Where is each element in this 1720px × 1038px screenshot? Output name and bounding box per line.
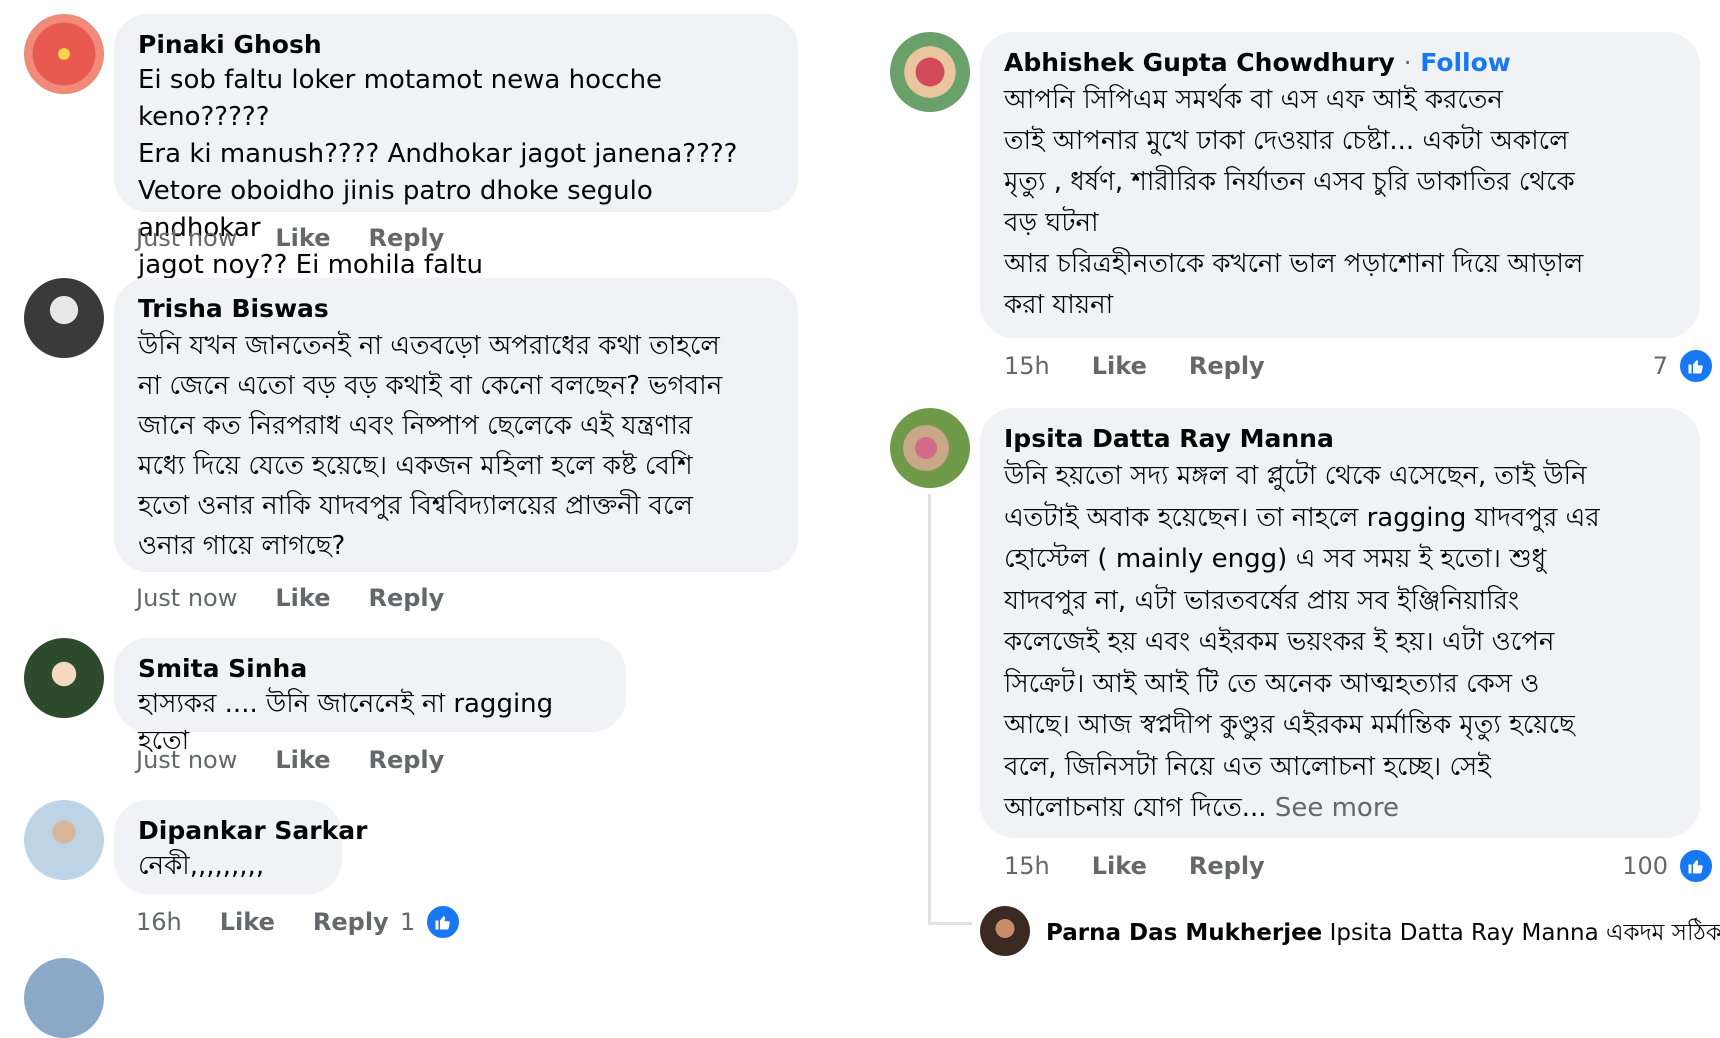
- comment-time[interactable]: 16h: [136, 908, 182, 936]
- reply-button[interactable]: Reply: [1189, 352, 1265, 380]
- comment-actions: 15h Like Reply: [1004, 852, 1265, 880]
- reply-preview[interactable]: Parna Das Mukherjee Ipsita Datta Ray Man…: [1046, 914, 1720, 953]
- comment-bubble-3: Smita Sinha হাস্যকর .... উনি জানেনেই না …: [114, 638, 626, 756]
- comment-text-line: বলে, জিনিসটা নিয়ে এত আলোচনা হচ্ছে। সেই: [1004, 751, 1491, 782]
- comment-text-line: কলেজেই হয় এবং এইরকম ভয়ংকর ই হয়। এটা ও…: [1004, 627, 1555, 657]
- reply-preview-author: Parna Das Mukherjee: [1046, 920, 1323, 946]
- avatar-dipankar-sarkar[interactable]: [24, 800, 104, 880]
- comment-author[interactable]: Ipsita Datta Ray Manna: [1004, 422, 1676, 456]
- avatar-ipsita-datta-ray-manna[interactable]: [890, 408, 970, 488]
- like-button[interactable]: Like: [1092, 352, 1147, 380]
- comment-author[interactable]: Trisha Biswas: [138, 292, 774, 326]
- comment-text-line: আছে। আজ স্বপ্নদীপ কুণ্ডুর এইরকম মর্মান্ত…: [1004, 710, 1575, 740]
- like-button[interactable]: Like: [275, 746, 330, 774]
- like-reaction-icon: [425, 904, 462, 940]
- comment-bubble-1: Pinaki Ghosh Ei sob faltu loker motamot …: [114, 14, 798, 280]
- follow-button[interactable]: Follow: [1420, 48, 1511, 77]
- reaction-count[interactable]: 100: [1622, 848, 1714, 884]
- comment-author[interactable]: Pinaki Ghosh: [138, 28, 774, 62]
- comment-actions: Just now Like Reply: [136, 224, 444, 252]
- comment-text-line: নেকী,,,,,,,,,: [138, 851, 265, 881]
- comment-text-line: আর চরিত্রহীনতাকে কখনো ভাল পড়াশোনা দিয়ে…: [1004, 249, 1584, 279]
- reaction-count-number: 7: [1652, 352, 1668, 380]
- see-more-link[interactable]: See more: [1275, 793, 1399, 823]
- comment-bubble-2: Trisha Biswas উনি যখন জানতেনই না এতবড়ো …: [114, 278, 798, 572]
- comment-author[interactable]: Abhishek Gupta Chowdhury: [1004, 48, 1395, 77]
- comment-text-line: সিক্রেট। আই আই টি তে অনেক আত্মহত্যার কেস…: [1004, 668, 1540, 699]
- comment-time[interactable]: Just now: [136, 746, 237, 774]
- comment-text-line: মধ্যে দিয়ে যেতে হয়েছে। একজন মহিলা হলে …: [138, 451, 693, 481]
- comment-text-line: ওনার গায়ে লাগছে?: [138, 531, 346, 561]
- comment-text-line: উনি যখন জানতেনই না এতবড়ো অপরাধের কথা তা…: [138, 331, 720, 361]
- comment-text-line: উনি হয়তো সদ্য মঙ্গল বা প্লুটো থেকে এসেছ…: [1004, 461, 1587, 491]
- avatar-smita-sinha[interactable]: [24, 638, 104, 718]
- like-button[interactable]: Like: [275, 584, 330, 612]
- like-reaction-icon: [1678, 848, 1714, 884]
- comment-bubble-4: Dipankar Sarkar নেকী,,,,,,,,,: [114, 800, 367, 894]
- comment-time[interactable]: 15h: [1004, 352, 1050, 380]
- comment-actions: Just now Like Reply: [136, 584, 444, 612]
- comment-text-line: হতো ওনার নাকি যাদবপুর বিশ্ববিদ্যালয়ের প…: [138, 491, 693, 521]
- reaction-count-number: 1: [400, 908, 416, 936]
- reply-button[interactable]: Reply: [313, 908, 389, 936]
- comment-time[interactable]: Just now: [136, 584, 237, 612]
- like-reaction-icon: [1678, 348, 1714, 384]
- comment-text-line: আপনি সিপিএম সমর্থক বা এস এফ আই করতেন: [1004, 85, 1503, 115]
- comment-text-line: জানে কত নিরপরাধ এবং নিষ্পাপ ছেলেকে এই যন…: [138, 411, 693, 441]
- comment-text-line: তাই আপনার মুখে ঢাকা দেওয়ার চেষ্টা... এক…: [1004, 126, 1569, 156]
- comment-text-line: করা যায়না: [1004, 290, 1114, 320]
- like-button[interactable]: Like: [275, 224, 330, 252]
- comment-bubble-6: Ipsita Datta Ray Manna উনি হয়তো সদ্য মঙ…: [980, 408, 1700, 838]
- avatar-pinaki-ghosh[interactable]: [24, 14, 104, 94]
- comment-actions: 15h Like Reply: [1004, 352, 1265, 380]
- reply-thread-branch: [928, 922, 972, 925]
- comment-text-line: আলোচনায় যোগ দিতে...: [1004, 793, 1267, 823]
- reply-button[interactable]: Reply: [368, 746, 444, 774]
- comment-author[interactable]: Dipankar Sarkar: [138, 814, 367, 848]
- comment-actions: 16h Like Reply: [136, 908, 389, 936]
- comment-text-line: এতটাই অবাক হয়েছেন। তা নাহলে ragging যাদ…: [1004, 502, 1600, 533]
- comment-time[interactable]: 15h: [1004, 852, 1050, 880]
- comment-author[interactable]: Smita Sinha: [138, 652, 602, 686]
- reaction-count-number: 100: [1622, 852, 1668, 880]
- reply-thread-line: [928, 494, 931, 924]
- comment-last-line: আলোচনায় যোগ দিতে... See more: [1004, 788, 1676, 830]
- comment-actions: Just now Like Reply: [136, 746, 444, 774]
- reaction-count[interactable]: 7: [1653, 348, 1714, 384]
- reply-preview-text: Ipsita Datta Ray Manna একদম সঠিক ...: [1329, 920, 1720, 946]
- avatar-next-comment[interactable]: [24, 958, 104, 1038]
- like-button[interactable]: Like: [1092, 852, 1147, 880]
- comment-text-line: হোস্টেল ( mainly engg) এ সব সময় ই হতো। …: [1004, 544, 1547, 574]
- comment-text-line: না জেনে এতো বড় বড় কথাই বা কেনো বলছেন? …: [138, 371, 723, 401]
- comment-text-line: যাদবপুর না, এটা ভারতবর্ষের প্রায় সব ইঞ্…: [1004, 585, 1520, 616]
- comment-bubble-5: Abhishek Gupta Chowdhury · Follow আপনি স…: [980, 32, 1700, 338]
- comment-author-row: Abhishek Gupta Chowdhury · Follow: [1004, 46, 1676, 80]
- reply-button[interactable]: Reply: [368, 584, 444, 612]
- comment-text-line: মৃত্যু , ধর্ষণ, শারীরিক নির্যাতন এসব চুর…: [1004, 167, 1575, 197]
- reply-button[interactable]: Reply: [1189, 852, 1265, 880]
- reply-button[interactable]: Reply: [368, 224, 444, 252]
- comment-text-line: বড় ঘটনা: [1004, 208, 1099, 238]
- separator-dot: ·: [1403, 48, 1412, 77]
- avatar-parna-das-mukherjee[interactable]: [980, 906, 1030, 956]
- avatar-trisha-biswas[interactable]: [24, 278, 104, 358]
- like-button[interactable]: Like: [220, 908, 275, 936]
- reaction-count[interactable]: 1: [400, 904, 462, 940]
- avatar-abhishek-gupta-chowdhury[interactable]: [890, 32, 970, 112]
- comment-text-line: Ei sob faltu loker motamot newa hocche k…: [138, 65, 663, 132]
- comment-text-line: Era ki manush???? Andhokar jagot janena?…: [138, 139, 738, 169]
- comment-time[interactable]: Just now: [136, 224, 237, 252]
